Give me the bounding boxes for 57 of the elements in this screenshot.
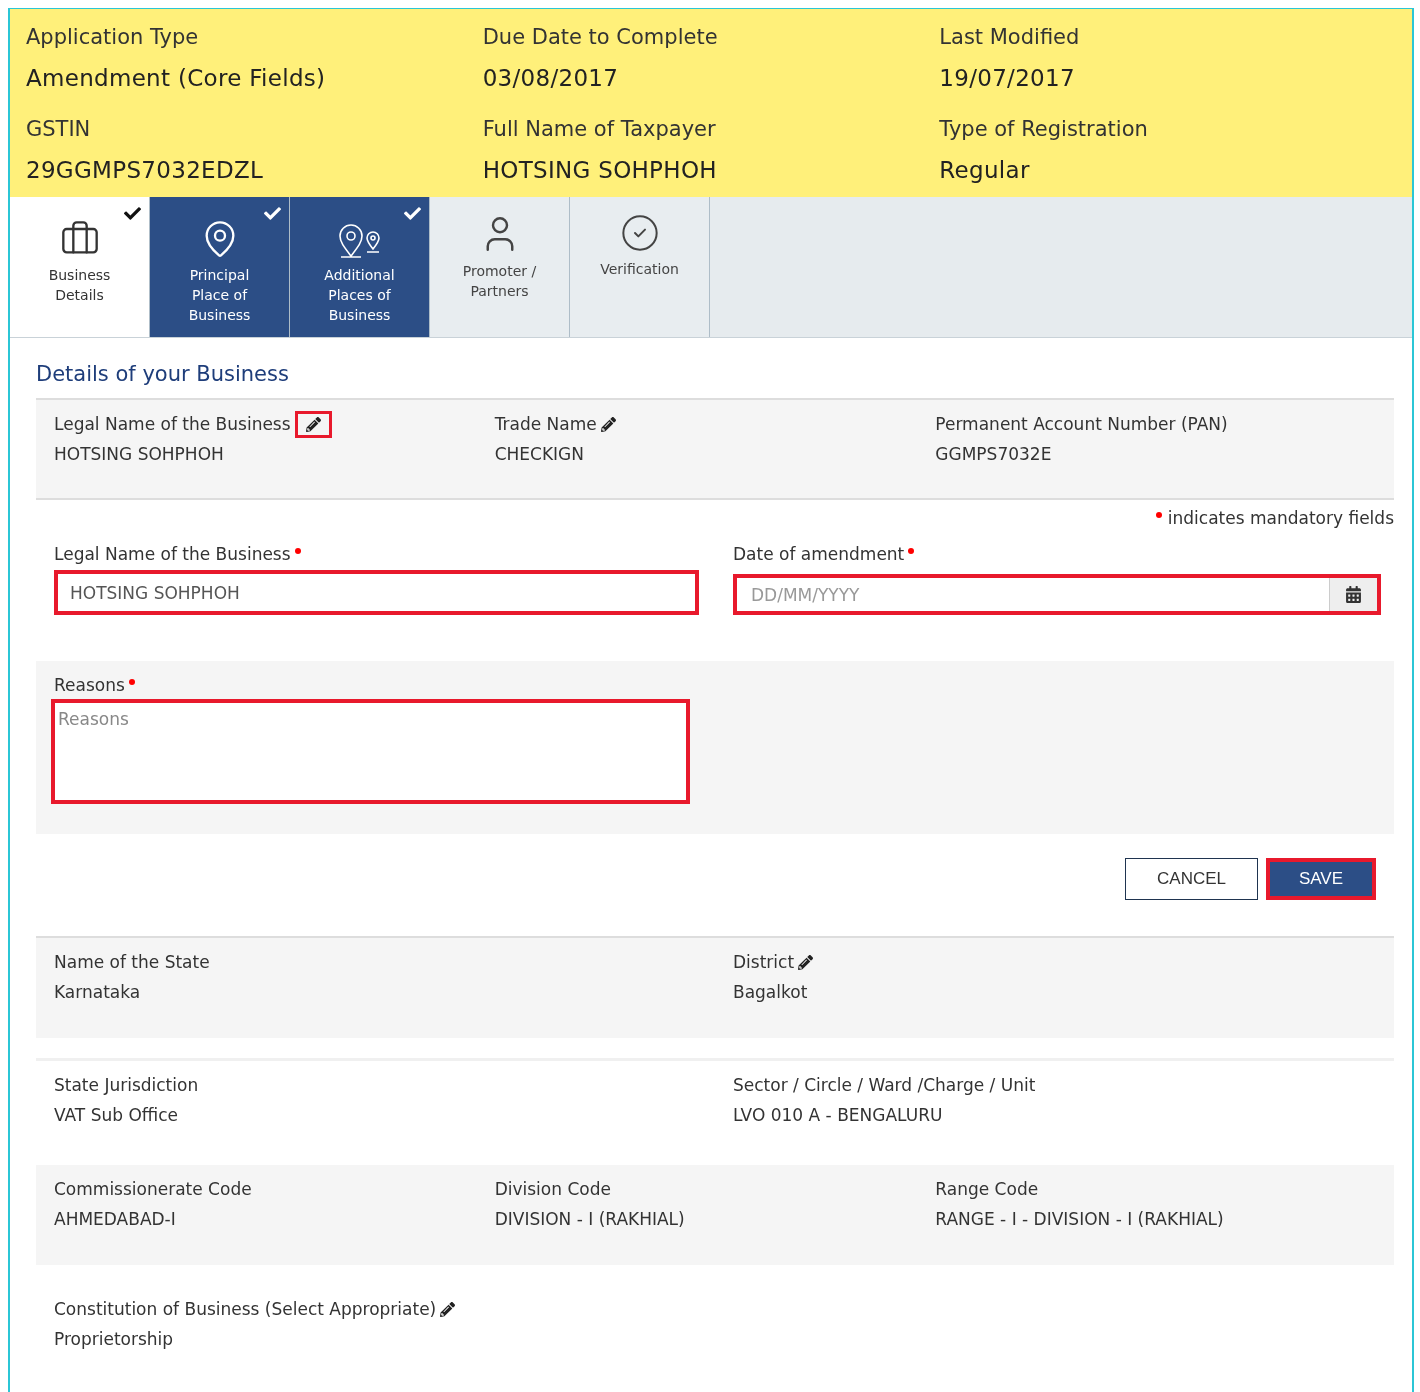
field-label: Trade Name: [494, 414, 597, 434]
field-label: Commissionerate Code: [54, 1179, 252, 1199]
step-tab[interactable]: Additional Places of Business: [290, 197, 430, 337]
check-icon: [264, 205, 281, 222]
summary-value: Amendment (Core Fields): [26, 65, 327, 91]
summary-value: 29GGMPS7032EDZL: [26, 157, 265, 183]
step-tab[interactable]: Business Details: [10, 197, 150, 337]
field-label: Legal Name of the Business: [54, 414, 291, 434]
field-label: Name of the State: [54, 952, 210, 972]
field-value: GGMPS7032E: [935, 444, 1053, 464]
section-heading: Details of your Business: [36, 362, 290, 386]
field-value: Bagalkot: [733, 982, 809, 1002]
summary-label: Application Type: [26, 25, 200, 49]
field-label: Date of amendment: [733, 544, 905, 564]
field-label: Reasons: [54, 675, 125, 695]
pencil-icon[interactable]: [798, 954, 814, 970]
field-label: Constitution of Business (Select Appropriate): [54, 1299, 437, 1319]
summary-value: 19/07/2017: [939, 65, 1076, 91]
field-value: VAT Sub Office: [54, 1105, 180, 1125]
field-label: Legal Name of the Business: [54, 544, 291, 564]
field-label: Range Code: [935, 1179, 1039, 1199]
summary-label: Due Date to Complete: [482, 25, 719, 49]
mandatory-note: indicates mandatory fields: [1167, 508, 1394, 528]
field-value: Karnataka: [54, 982, 142, 1002]
summary-label: Last Modified: [939, 25, 1081, 49]
pencil-icon[interactable]: [294, 410, 332, 438]
field-value: Proprietorship: [54, 1329, 175, 1349]
field-label: State Jurisdiction: [54, 1075, 199, 1095]
field-label: Permanent Account Number (PAN): [935, 414, 1228, 434]
pencil-icon[interactable]: [440, 1301, 456, 1317]
summary-value: Regular: [939, 157, 1031, 183]
date-picker[interactable]: DD/MM/YYYY: [733, 574, 1381, 615]
field-value: RANGE - I - DIVISION - I (RAKHIAL): [935, 1209, 1225, 1229]
cancel-button[interactable]: CANCEL: [1125, 858, 1258, 900]
summary-label: Full Name of Taxpayer: [482, 117, 717, 141]
save-button[interactable]: SAVE: [1266, 858, 1376, 900]
legal-name-field[interactable]: HOTSING SOHPHOH: [54, 570, 699, 615]
summary-value: HOTSING SOHPHOH: [482, 157, 718, 183]
field-label: Sector / Circle / Ward /Charge / Unit: [733, 1075, 1036, 1095]
field-value: DIVISION - I (RAKHIAL): [494, 1209, 686, 1229]
field-label: Division Code: [494, 1179, 611, 1199]
summary-label: GSTIN: [26, 117, 92, 141]
field-value: CHECKIGN: [494, 444, 585, 464]
pencil-icon[interactable]: [600, 416, 616, 432]
required-dot: [1155, 512, 1162, 518]
field-value: LVO 010 A - BENGALURU: [733, 1105, 944, 1125]
field-value: HOTSING SOHPHOH: [54, 444, 225, 464]
check-circle-icon: [619, 213, 660, 253]
field-label: District: [733, 952, 795, 972]
step-tab[interactable]: Principal Place of Business: [150, 197, 290, 337]
check-icon: [124, 205, 141, 222]
summary-label: Type of Registration: [939, 117, 1149, 141]
reasons-field[interactable]: Reasons: [51, 699, 690, 804]
check-icon: [404, 205, 421, 222]
field-value: AHMEDABAD-I: [54, 1209, 177, 1229]
calendar-icon[interactable]: [1329, 578, 1377, 611]
summary-value: 03/08/2017: [482, 65, 620, 91]
